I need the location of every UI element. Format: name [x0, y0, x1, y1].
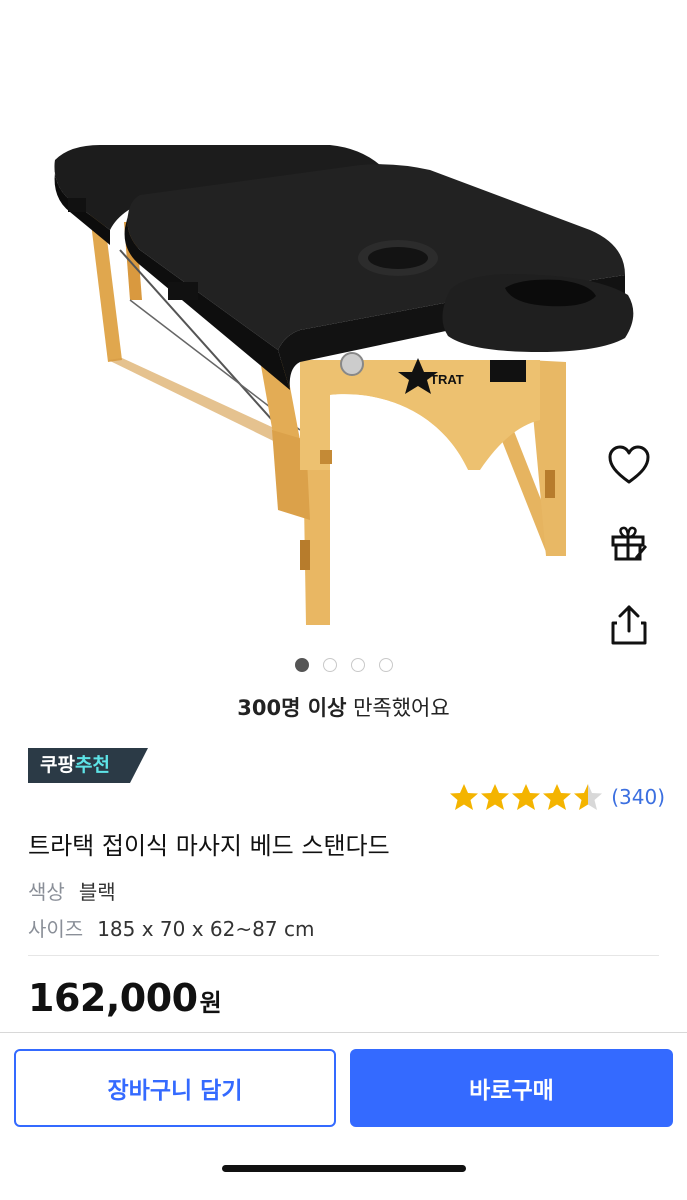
- star-icon: [450, 784, 479, 810]
- product-image[interactable]: TRAT: [0, 0, 687, 650]
- star-icon: [574, 784, 603, 810]
- review-count-link[interactable]: (340): [611, 785, 665, 809]
- carousel-dot[interactable]: [322, 658, 337, 672]
- star-rating: [449, 782, 603, 812]
- heart-icon: [608, 445, 650, 484]
- home-indicator[interactable]: [222, 1165, 466, 1172]
- option-size-label: 사이즈: [28, 917, 84, 941]
- carousel-dot[interactable]: [294, 658, 309, 672]
- massage-bed-illustration: TRAT: [54, 145, 634, 625]
- option-color-label: 색상: [28, 880, 65, 904]
- star-icon: [481, 784, 510, 810]
- price-unit: 원: [199, 989, 222, 1017]
- product-title: 트라택 접이식 마사지 베드 스탠다드: [28, 832, 390, 860]
- bottom-action-bar: 장바구니 담기 바로구매: [0, 1032, 687, 1200]
- badge-brand: 쿠팡: [40, 754, 75, 776]
- product-price: 162,000원: [28, 976, 222, 1020]
- add-to-cart-button[interactable]: 장바구니 담기: [14, 1049, 336, 1127]
- gift-icon: [611, 526, 647, 561]
- option-size-value: 185 x 70 x 62~87 cm: [97, 917, 315, 941]
- gift-button[interactable]: [600, 514, 658, 572]
- carousel-dot[interactable]: [378, 658, 393, 672]
- option-size: 사이즈 185 x 70 x 62~87 cm: [28, 913, 314, 942]
- share-button[interactable]: [600, 596, 658, 654]
- coupang-recommend-badge: 쿠팡추천: [28, 748, 148, 783]
- satisfaction-suffix: 만족했어요: [346, 696, 450, 720]
- satisfaction-text: 300명 이상 만족했어요: [0, 692, 687, 722]
- carousel-indicator: [0, 658, 687, 672]
- brand-logo-text: TRAT: [430, 372, 464, 387]
- satisfaction-count: 300명 이상: [237, 696, 347, 720]
- option-color-value: 블랙: [78, 880, 116, 904]
- share-icon: [611, 605, 647, 645]
- carousel-dot[interactable]: [350, 658, 365, 672]
- option-color: 색상 블랙: [28, 876, 116, 905]
- star-icon: [543, 784, 572, 810]
- star-icon: [512, 784, 541, 810]
- price-amount: 162,000: [28, 976, 198, 1020]
- buy-now-button[interactable]: 바로구매: [350, 1049, 673, 1127]
- divider: [28, 955, 659, 956]
- like-button[interactable]: [600, 436, 658, 494]
- badge-accent: 추천: [74, 754, 110, 776]
- product-rating[interactable]: (340): [449, 782, 665, 812]
